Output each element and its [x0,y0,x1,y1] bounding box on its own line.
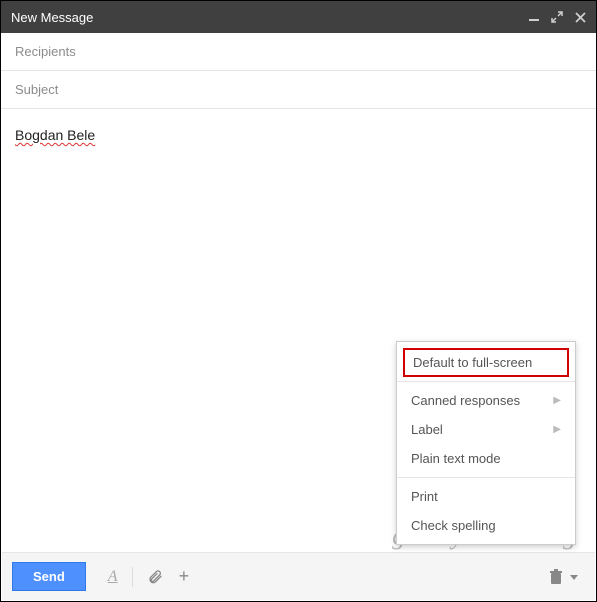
menu-default-fullscreen[interactable]: Default to full-screen [403,348,569,377]
insert-more-label: + [179,566,190,587]
window-title: New Message [11,10,93,25]
compose-toolbar: Send A + [2,552,595,600]
toolbar-divider [132,567,133,587]
more-options-button[interactable] [567,570,585,584]
minimize-icon[interactable] [529,12,539,22]
menu-plain-text[interactable]: Plain text mode [397,444,575,473]
menu-canned-responses-label: Canned responses [411,393,520,408]
menu-default-fullscreen-label: Default to full-screen [413,355,532,370]
menu-label[interactable]: Label ▶ [397,415,575,444]
menu-print[interactable]: Print [397,482,575,511]
chevron-right-icon: ▶ [553,395,561,406]
formatting-icon[interactable]: A [100,568,126,586]
menu-check-spelling[interactable]: Check spelling [397,511,575,540]
menu-plain-text-label: Plain text mode [411,451,501,466]
insert-more-icon[interactable]: + [171,566,198,587]
more-options-menu: Default to full-screen Canned responses … [396,341,576,545]
window-controls [529,11,586,23]
expand-icon[interactable] [551,11,563,23]
subject-placeholder: Subject [15,82,58,97]
menu-label-label: Label [411,422,443,437]
menu-print-label: Print [411,489,438,504]
close-icon[interactable] [575,12,586,23]
menu-check-spelling-label: Check spelling [411,518,496,533]
formatting-icon-label: A [108,568,118,586]
menu-separator [397,477,575,478]
subject-field[interactable]: Subject [1,71,596,109]
recipients-placeholder: Recipients [15,44,76,59]
menu-separator [397,381,575,382]
compose-titlebar: New Message [1,1,596,33]
recipients-field[interactable]: Recipients [1,33,596,71]
chevron-right-icon: ▶ [553,424,561,435]
attach-icon[interactable] [139,569,171,585]
menu-canned-responses[interactable]: Canned responses ▶ [397,386,575,415]
signature-text: Bogdan Bele [15,127,95,143]
discard-draft-icon[interactable] [549,569,563,585]
send-button[interactable]: Send [12,562,86,591]
